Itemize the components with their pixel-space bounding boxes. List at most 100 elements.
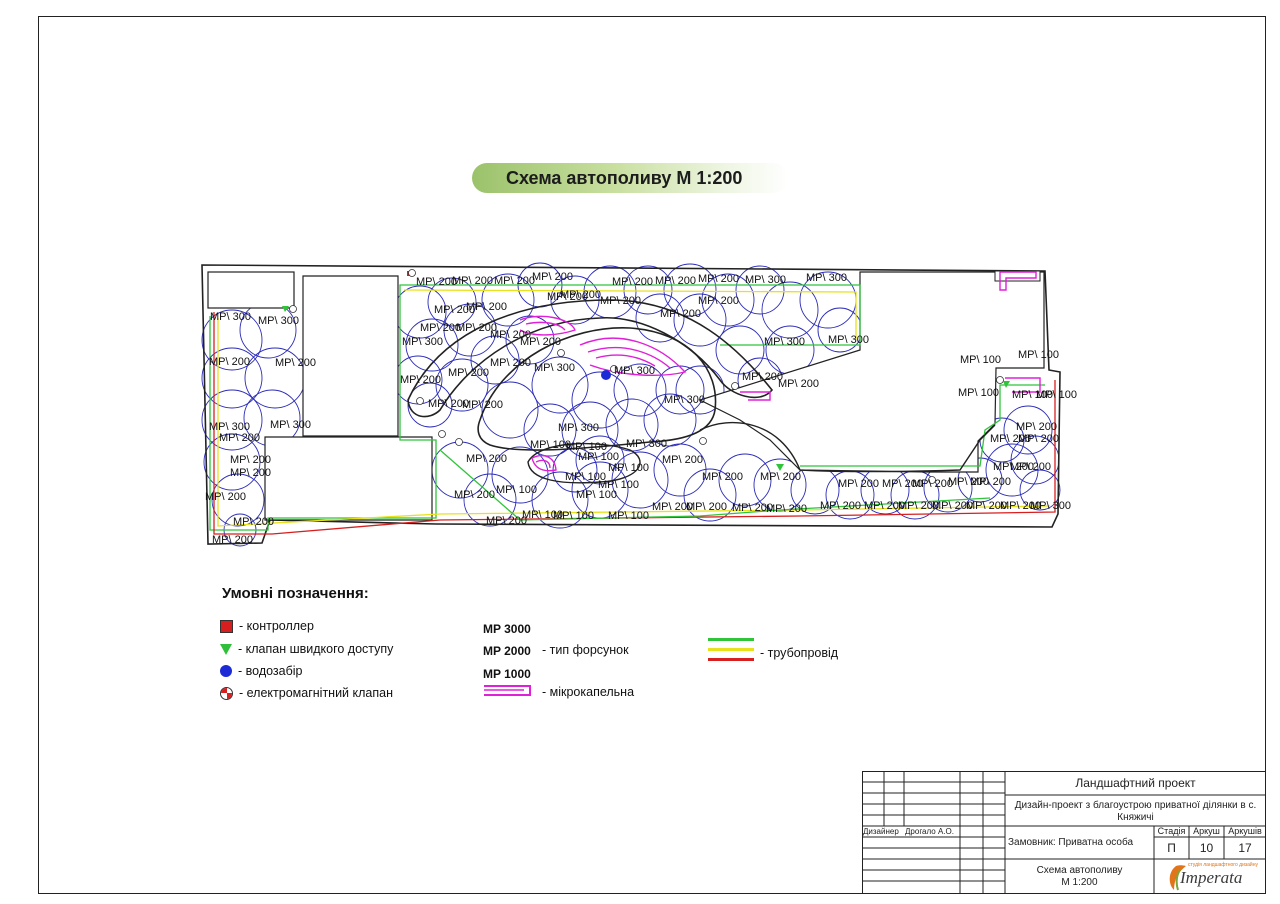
- nozzle-label-mp200: MP\ 200: [1016, 421, 1057, 433]
- stamp-client: Замовник: Приватна особа: [1008, 837, 1134, 848]
- nozzle-label-mp200: MP\ 200: [820, 500, 861, 512]
- nozzle-label-mp200: MP\ 200: [448, 367, 489, 379]
- nozzle-label-mp100: MP\ 100: [958, 387, 999, 399]
- nozzle-label-mp300: MP\ 300: [626, 438, 667, 450]
- pipeline-legend-icon: [708, 638, 754, 668]
- stamp-stage: П: [1167, 841, 1176, 855]
- irrigation-plan: MP\ 300MP\ 300MP\ 200 MP\ 200MP\ 300 MP\ 3…: [201, 262, 1077, 547]
- water-intake-symbol: [601, 370, 611, 380]
- nozzle-label-mp100: MP\ 100: [576, 489, 617, 501]
- imperata-logo: Imperata студія ландшафтного дизайну: [1162, 860, 1258, 892]
- nozzle-label-mp200: MP\ 200: [486, 515, 527, 527]
- nozzle-label-mp100: MP\ 100: [608, 510, 649, 522]
- nozzle-label-mp100: MP\ 100: [1018, 349, 1059, 361]
- nozzle-label-mp200: MP\ 200: [494, 275, 535, 287]
- nozzle-label-mp200: MP\ 200: [275, 357, 316, 369]
- nozzle-label-mp200: MP\ 200: [698, 273, 739, 285]
- nozzle-label-mp200: MP\ 200: [766, 503, 807, 515]
- building-lower: [264, 436, 433, 521]
- nozzle-label-mp200: MP\ 200: [452, 275, 493, 287]
- stamp-sheet-label: Аркуш: [1193, 826, 1220, 836]
- nozzle-label-mp200: MP\ 200: [600, 295, 641, 307]
- nozzle-label-mp200: MP\ 200: [520, 336, 561, 348]
- nozzle-label-mp100: MP\ 100: [1036, 389, 1077, 401]
- nozzle-label-mp200: MP\ 200: [205, 491, 246, 503]
- nozzle-label-mp200: MP\ 200: [702, 471, 743, 483]
- nozzle-label-mp300: MP\ 300: [1030, 500, 1071, 512]
- nozzle-label-mp200: MP\ 200: [838, 478, 879, 490]
- legend-controller: - контроллер: [220, 619, 314, 633]
- nozzle-label-mp200: MP\ 200: [400, 374, 441, 386]
- legend-solenoid-valve: - електромагнітний клапан: [220, 686, 393, 700]
- nozzle-label-mp300: MP\ 300: [270, 419, 311, 431]
- building-main: [302, 275, 399, 437]
- stamp-scale: М 1:200: [1061, 877, 1098, 888]
- nozzle-label-mp200: MP\ 200: [612, 276, 653, 288]
- stamp-description: Дизайн-проект з благоустрою приватної ді…: [1014, 800, 1257, 823]
- nozzle-label-mp300: MP\ 300: [402, 336, 443, 348]
- stamp-sheets-label: Аркушів: [1228, 826, 1262, 836]
- stamp-sheet: 10: [1199, 841, 1214, 855]
- nozzle-label-mp200: MP\ 200: [560, 289, 601, 301]
- nozzle-label-mp200: MP\ 200: [532, 271, 573, 283]
- nozzle-label-mp300: MP\ 300: [614, 365, 655, 377]
- nozzle-label-mp200: MP\ 200: [686, 501, 727, 513]
- legend-mp1000: MP 1000: [483, 667, 531, 681]
- legend-water-intake: - водозабір: [220, 664, 303, 678]
- nozzle-label-mp200: MP\ 200: [454, 489, 495, 501]
- stamp-designer-role: Дизайнер: [863, 827, 899, 836]
- stamp-stage-label: Стадія: [1157, 826, 1186, 836]
- legend-pipeline: - трубопровід: [760, 646, 839, 660]
- building-left: [207, 271, 295, 309]
- nozzle-label-mp100: MP\ 100: [553, 510, 594, 522]
- nozzle-label-mp200: MP\ 200: [233, 516, 274, 528]
- nozzle-label-mp300: MP\ 300: [664, 394, 705, 406]
- nozzle-label-mp200: MP\ 200: [219, 432, 260, 444]
- nozzle-label-mp200: MP\ 200: [912, 478, 953, 490]
- nozzle-label-mp300: MP\ 300: [806, 272, 847, 284]
- sprinkler-coverage-circle: [571, 371, 629, 429]
- nozzle-label-mp200: MP\ 200: [1010, 461, 1051, 473]
- legend-quick-valve: - клапан швидкого доступу: [220, 642, 393, 656]
- stamp-project: Ландшафтний проект: [1075, 776, 1196, 790]
- stamp-designer-name: Дрогало А.О.: [905, 827, 954, 836]
- nozzle-label-mp200: MP\ 200: [655, 275, 696, 287]
- logo-name: Imperata: [1180, 868, 1243, 887]
- nozzle-label-mp100: MP\ 100: [530, 439, 571, 451]
- logo-tagline: студія ландшафтного дизайну: [1187, 862, 1258, 868]
- legend-mp3000: MP 3000: [483, 622, 531, 636]
- water-intake-legend-icon: [220, 665, 232, 677]
- nozzle-label-mp100: MP\ 100: [960, 354, 1001, 366]
- stamp-sheets: 17: [1238, 841, 1252, 855]
- nozzle-label-mp200: MP\ 200: [420, 322, 461, 334]
- nozzle-label-mp200: MP\ 200: [742, 371, 783, 383]
- quick-valve-legend-icon: [220, 643, 232, 655]
- nozzle-label-mp200: MP\ 200: [209, 356, 250, 368]
- nozzle-label-mp100: MP\ 100: [608, 462, 649, 474]
- nozzle-label-mp300: MP\ 300: [558, 422, 599, 434]
- sprinkler-coverage-circle: [761, 281, 819, 339]
- controller-legend-icon: [220, 619, 233, 633]
- sprinkler-coverage-circle: [715, 325, 765, 375]
- nozzle-label-mp100: MP\ 100: [496, 484, 537, 496]
- nozzle-label-mp200: MP\ 200: [230, 454, 271, 466]
- sprinkler-coverage-circle: [653, 443, 707, 497]
- legend-nozzle-type: - тип форсунок: [542, 643, 629, 657]
- nozzle-label-mp200: MP\ 200: [416, 276, 457, 288]
- nozzle-label-mp200: MP\ 200: [662, 454, 703, 466]
- legend-heading: Умовні позначення:: [222, 585, 369, 602]
- nozzle-label-mp300: MP\ 300: [764, 336, 805, 348]
- nozzle-label-mp200: MP\ 200: [760, 471, 801, 483]
- nozzle-label-mp200: MP\ 200: [778, 378, 819, 390]
- nozzle-label-mp200: MP\ 200: [462, 399, 503, 411]
- nozzle-label-mp200: MP\ 200: [970, 476, 1011, 488]
- stamp-drawing-title: Схема автополиву: [1036, 865, 1123, 876]
- nozzle-label-mp200: MP\ 200: [230, 467, 271, 479]
- legend-micro-drip: - мікрокапельна: [542, 685, 635, 699]
- nozzle-label-mp300: MP\ 300: [258, 315, 299, 327]
- micro-drip-legend-icon: [484, 685, 531, 696]
- nozzle-label-mp300: MP\ 300: [745, 274, 786, 286]
- nozzle-label-mp300: MP\ 300: [828, 334, 869, 346]
- legend-mp2000: MP 2000: [483, 644, 531, 658]
- nozzle-label-mp200: MP\ 200: [698, 295, 739, 307]
